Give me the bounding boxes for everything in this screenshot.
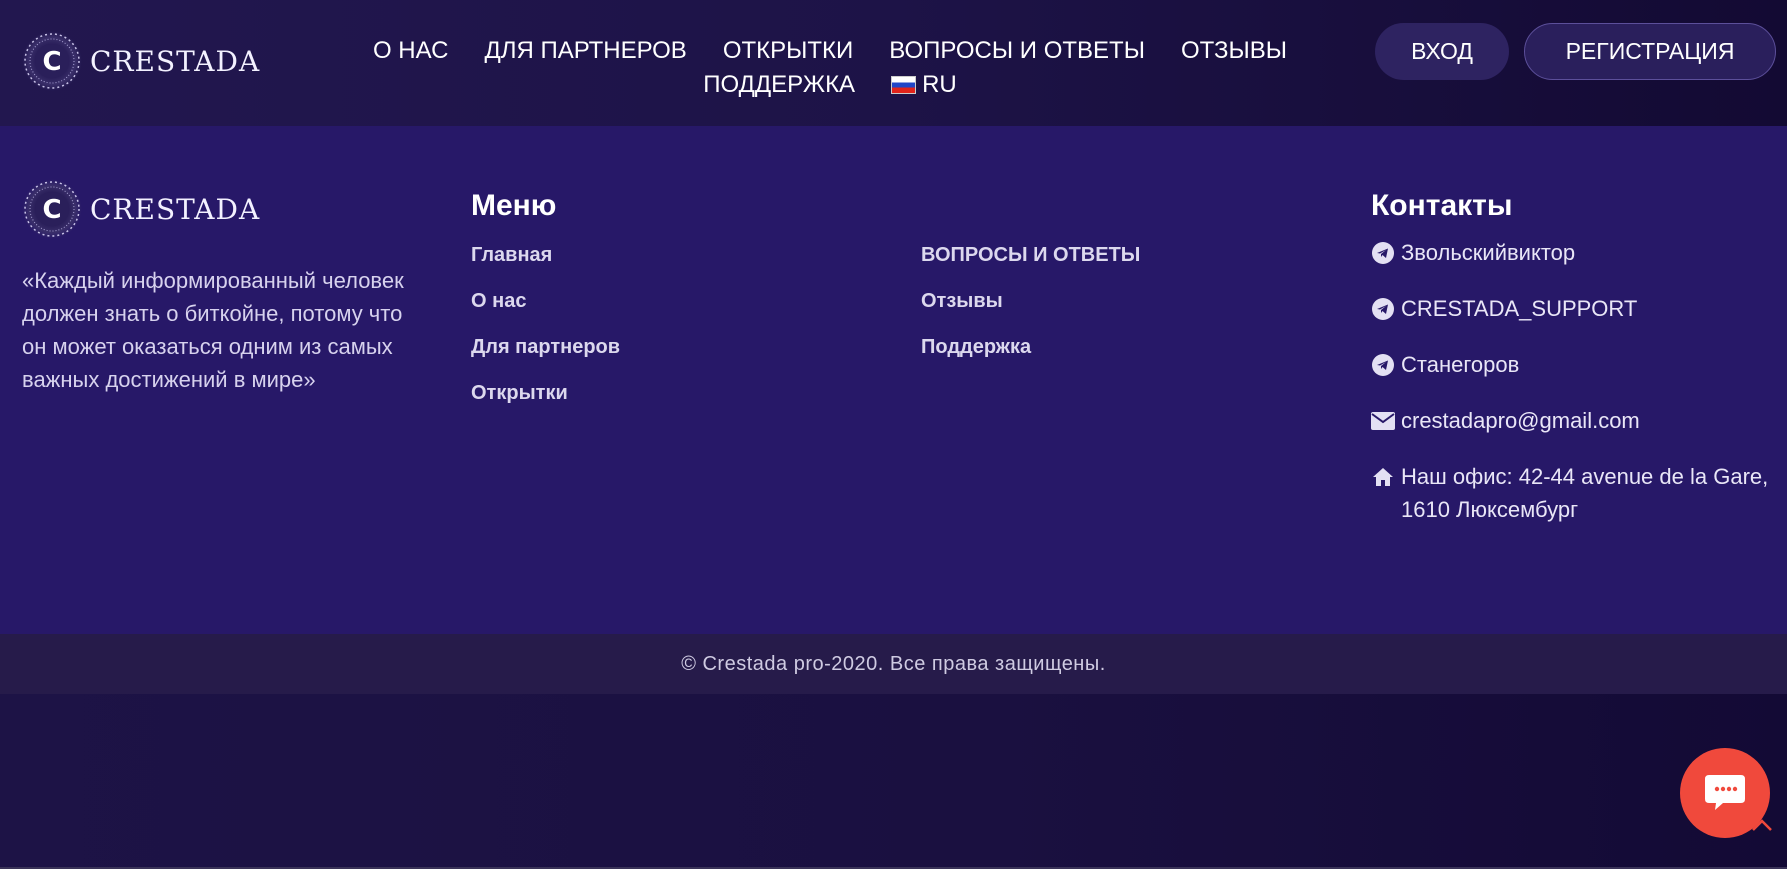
login-button[interactable]: ВХОД [1375, 23, 1509, 80]
chevron-up-icon [1752, 819, 1772, 831]
list-item: Главная [471, 244, 620, 290]
nav-item-postcards[interactable]: ОТКРЫТКИ [723, 38, 853, 64]
footer-link-about[interactable]: О нас [471, 290, 526, 312]
contact-email[interactable]: crestadapro@gmail.com [1371, 404, 1771, 437]
footer-logo[interactable]: C CRESTADA [22, 179, 260, 239]
svg-text:C: C [42, 195, 61, 225]
footer-quote: «Каждый информированный человек должен з… [22, 268, 404, 392]
footer-link-faq[interactable]: ВОПРОСЫ И ОТВЕТЫ [921, 244, 1140, 266]
site-header: C CRESTADA О НАС ДЛЯ ПАРТНЕРОВ ОТКРЫТКИ … [0, 0, 1787, 126]
crestada-logo-icon: C [22, 179, 82, 239]
list-item: О нас [471, 290, 620, 336]
nav-item-support[interactable]: ПОДДЕРЖКА [703, 72, 855, 98]
contact-text: crestadapro@gmail.com [1401, 408, 1640, 433]
footer-menu-col1: Главная О нас Для партнеров Открытки [471, 244, 620, 428]
contacts-list: Звольскийвиктор CRESTADA_SUPPORT Станего… [1371, 236, 1771, 549]
copyright-text: © Crestada pro-2020. Все права защищены. [681, 652, 1106, 675]
copyright-bar: © Crestada pro-2020. Все права защищены. [0, 634, 1787, 694]
contact-office: Наш офис: 42-44 avenue de la Gare, 1610 … [1371, 460, 1771, 526]
logo-text: CRESTADA [90, 192, 261, 226]
contact-text: Наш офис: 42-44 avenue de la Gare, 1610 … [1401, 464, 1769, 522]
chat-bubble-icon [1705, 775, 1745, 810]
language-label: RU [922, 71, 957, 98]
contact-telegram-3[interactable]: Станегоров [1371, 348, 1771, 381]
site-footer: C CRESTADA «Каждый информированный челов… [0, 126, 1787, 634]
telegram-icon [1371, 353, 1395, 377]
footer-menu-col2: ВОПРОСЫ И ОТВЕТЫ Отзывы Поддержка [921, 244, 1140, 382]
contact-telegram-1[interactable]: Звольскийвиктор [1371, 236, 1771, 269]
russia-flag-icon [891, 76, 917, 94]
footer-link-reviews[interactable]: Отзывы [921, 290, 1003, 312]
list-item: ВОПРОСЫ И ОТВЕТЫ [921, 244, 1140, 290]
home-icon [1371, 465, 1395, 489]
scroll-to-top-button[interactable] [1749, 812, 1775, 838]
nav-item-reviews[interactable]: ОТЗЫВЫ [1181, 38, 1287, 64]
telegram-icon [1371, 297, 1395, 321]
footer-link-home[interactable]: Главная [471, 244, 552, 266]
nav-item-about[interactable]: О НАС [373, 38, 448, 64]
footer-link-support[interactable]: Поддержка [921, 336, 1031, 358]
contact-text: Станегоров [1401, 352, 1520, 377]
list-item: Для партнеров [471, 336, 620, 382]
menu-title: Меню [471, 189, 557, 222]
footer-link-partners[interactable]: Для партнеров [471, 336, 620, 358]
register-button[interactable]: РЕГИСТРАЦИЯ [1524, 23, 1776, 80]
list-item: Поддержка [921, 336, 1140, 382]
nav-item-partners[interactable]: ДЛЯ ПАРТНЕРОВ [484, 38, 686, 64]
language-switcher[interactable]: RU [891, 72, 957, 98]
list-item: Открытки [471, 382, 620, 428]
nav-item-faq[interactable]: ВОПРОСЫ И ОТВЕТЫ [889, 38, 1145, 64]
crestada-logo-icon: C [22, 31, 82, 91]
contact-telegram-2[interactable]: CRESTADA_SUPPORT [1371, 292, 1771, 325]
contact-text: Звольскийвиктор [1401, 240, 1576, 265]
contacts-title: Контакты [1371, 189, 1513, 222]
envelope-icon [1371, 409, 1395, 433]
main-nav: О НАС ДЛЯ ПАРТНЕРОВ ОТКРЫТКИ ВОПРОСЫ И О… [320, 38, 1340, 98]
header-logo[interactable]: C CRESTADA [22, 31, 260, 91]
logo-text: CRESTADA [90, 44, 261, 78]
svg-text:C: C [42, 47, 61, 77]
list-item: Отзывы [921, 290, 1140, 336]
footer-link-postcards[interactable]: Открытки [471, 382, 568, 404]
contact-text: CRESTADA_SUPPORT [1401, 296, 1638, 321]
telegram-icon [1371, 241, 1395, 265]
